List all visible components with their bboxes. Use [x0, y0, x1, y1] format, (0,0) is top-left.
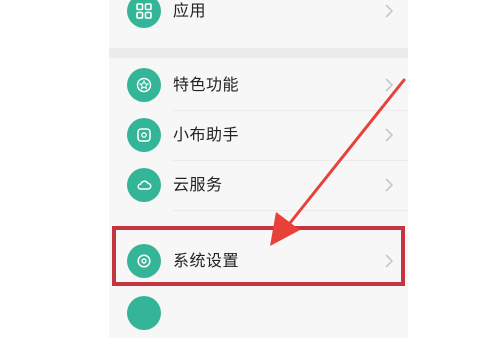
- highlight-box: [112, 226, 405, 286]
- chevron-right-icon: [385, 178, 394, 192]
- settings-item-label: 小布助手: [173, 125, 240, 144]
- apps-grid-icon: [127, 0, 161, 28]
- setting-icon: [127, 296, 161, 330]
- screenshot-stage: 应用 特色功能 小布助手 云服务 系统设置: [0, 0, 500, 338]
- settings-screen: 应用 特色功能 小布助手 云服务 系统设置: [109, 0, 408, 338]
- chevron-right-icon: [385, 4, 394, 18]
- settings-item-apps[interactable]: 应用: [109, 0, 408, 35]
- row-divider: [173, 210, 408, 211]
- settings-item-partial: [109, 292, 408, 338]
- settings-item-label: 云服务: [173, 175, 223, 194]
- settings-item-cloud[interactable]: 云服务: [109, 161, 408, 209]
- section-separator: [109, 48, 408, 58]
- settings-item-label: 应用: [173, 1, 207, 20]
- settings-item-label: 特色功能: [173, 75, 240, 94]
- settings-item-features[interactable]: 特色功能: [109, 61, 408, 109]
- chevron-right-icon: [385, 128, 394, 142]
- chevron-right-icon: [385, 78, 394, 92]
- settings-item-assistant[interactable]: 小布助手: [109, 111, 408, 159]
- assistant-icon: [127, 118, 161, 152]
- cloud-icon: [127, 168, 161, 202]
- star-icon: [127, 68, 161, 102]
